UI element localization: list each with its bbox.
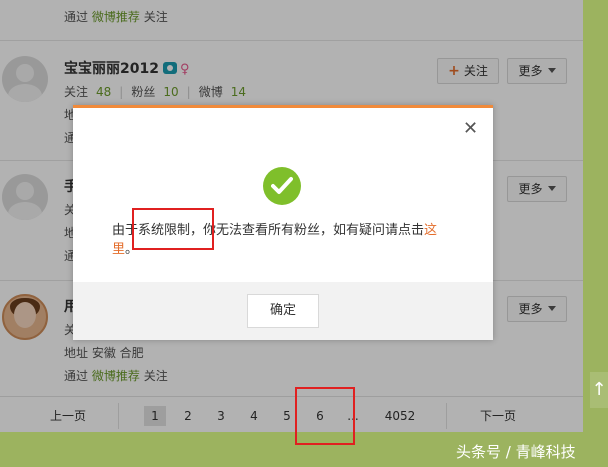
dialog-footer: 确定 [73, 282, 493, 340]
highlight-box [295, 387, 355, 445]
arrow-up-icon: ↑ [591, 379, 607, 400]
watermark: 头条号 / 青峰科技 [456, 443, 576, 461]
highlight-box [132, 208, 214, 250]
confirm-button[interactable]: 确定 [247, 294, 319, 328]
check-circle-icon [263, 167, 301, 205]
close-icon[interactable]: ✕ [463, 118, 478, 139]
scroll-top-button[interactable]: ↑ [590, 372, 608, 408]
